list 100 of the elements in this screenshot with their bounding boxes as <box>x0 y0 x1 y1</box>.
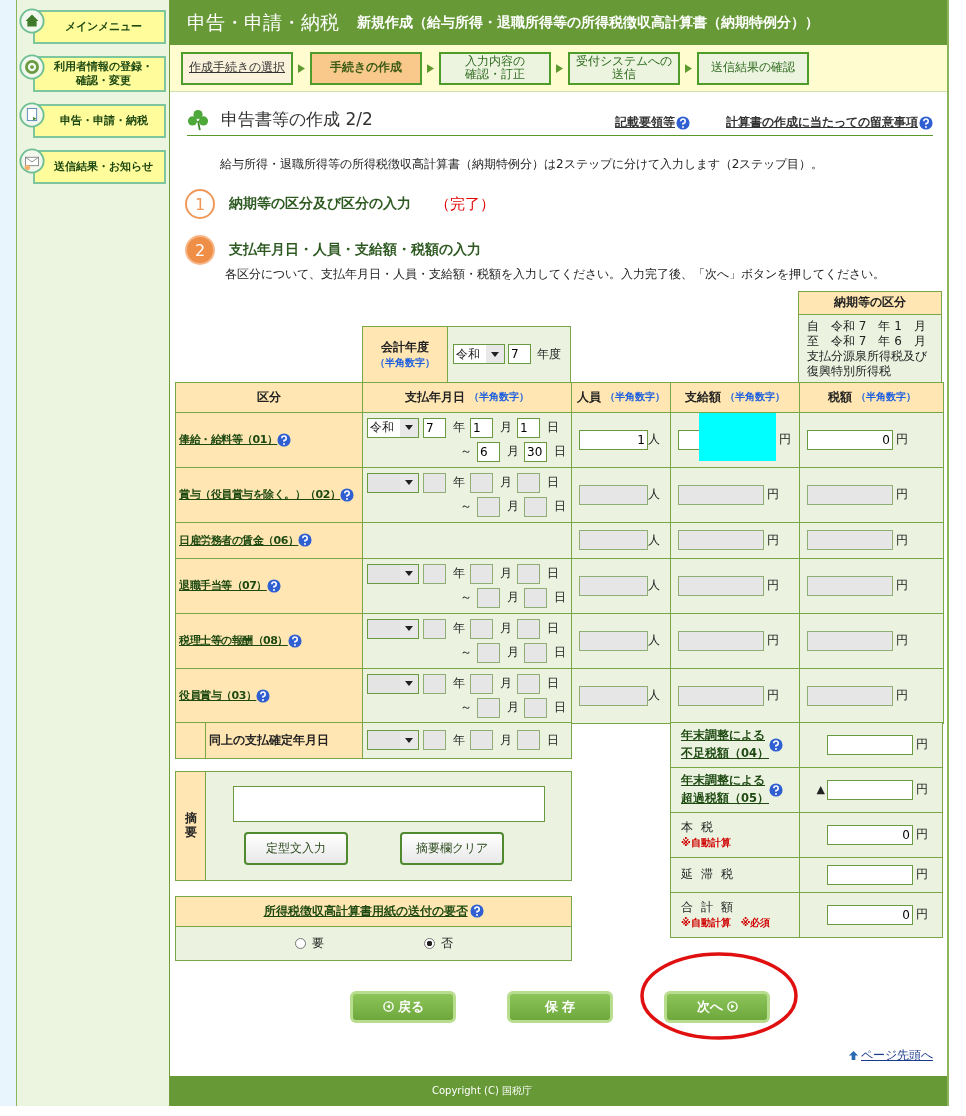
note-text: ※自動計算 <box>681 836 731 851</box>
unit-label: 月 <box>507 498 519 516</box>
unit-label: 月 <box>507 644 519 662</box>
unit-label: 月 <box>500 474 512 492</box>
unit-label: 円 <box>767 486 779 504</box>
guide-link[interactable]: 記載要領等 <box>615 114 675 131</box>
unit-label: 年度 <box>537 345 561 363</box>
page-title: 申告・申請・納税 <box>187 9 339 35</box>
remarks-button[interactable]: 摘要欄クリア <box>399 831 504 865</box>
intro-text: 給与所得・退職所得等の所得税徴収高計算書（納期特例分）は2ステップに分けて入力します（2ステップ目）。 <box>220 156 825 173</box>
hint-text: （半角数字） <box>375 355 435 370</box>
unit-label: 日 <box>547 675 559 693</box>
unit-label: 日 <box>554 699 566 717</box>
unit-label: 日 <box>554 443 566 461</box>
unit-label: 円 <box>767 687 779 705</box>
unit-label: 円 <box>916 906 928 924</box>
row-label: 合 計 額 <box>681 899 736 917</box>
step-title: 支払年月日・人員・支給額・税額の入力 <box>229 241 481 259</box>
period-text: 支払分源泉所得税及び復興特別所得税 <box>807 348 928 379</box>
unit-label: 年 <box>453 565 465 583</box>
unit-label: 円 <box>767 632 779 650</box>
unit-label: 月 <box>500 419 512 437</box>
unit-label: 日 <box>547 419 559 437</box>
range-mark: ～ <box>460 644 472 662</box>
row-label: 延 滞 税 <box>681 866 735 884</box>
unit-label: 年 <box>453 474 465 492</box>
unit-label: 年 <box>453 419 465 437</box>
sidebar-menu-button[interactable]: 送信結果・お知らせ <box>33 149 166 184</box>
unit-label: 人 <box>648 632 660 650</box>
period-text: 至 令和 7 年 6 月 <box>807 333 927 349</box>
date-field[interactable]: 1 <box>517 417 540 438</box>
remarks-label: 摘要 <box>184 812 197 839</box>
unit-label: 円 <box>916 866 928 884</box>
era-select[interactable]: 令和 <box>367 417 419 438</box>
unit-label: 人 <box>648 531 660 549</box>
unit-label: 円 <box>916 781 928 799</box>
page-subtitle: 新規作成（給与所得・退職所得等の所得税徴収高計算書（納期特例分）） <box>357 13 819 32</box>
unit-label: 日 <box>547 565 559 583</box>
tax-field[interactable]: 0 <box>827 904 913 925</box>
period-text: 自 令和 7 年 1 月 <box>807 318 927 334</box>
send-form-link[interactable]: 所得税徴収高計算書用紙の送付の要否 <box>263 903 468 919</box>
unit-label: 人 <box>648 577 660 595</box>
column-title: 人員 <box>577 388 601 406</box>
unit-label: 月 <box>500 565 512 583</box>
row-label: 本 税 <box>681 819 716 837</box>
column-title: 税額 <box>827 388 852 406</box>
section-title: 申告書等の作成 2/2 <box>221 108 373 131</box>
sidebar-menu-button[interactable]: 申告・申請・納税 <box>33 103 166 138</box>
column-title: 支払年月日 <box>405 388 465 406</box>
year-field[interactable]: 7 <box>508 344 531 365</box>
tax-field[interactable]: 0 <box>827 824 913 845</box>
unit-label: 年 <box>453 675 465 693</box>
step-description: 各区分について、支払年月日・人員・支給額・税額を入力してください。入力完了後、「次へ」ボタンを押してください。 <box>225 267 886 283</box>
guide-link[interactable]: 計算書の作成に当たっての留意事項 <box>726 114 918 131</box>
unit-label: 円 <box>896 531 908 549</box>
hint-text: （半角数字） <box>605 390 665 405</box>
era-select[interactable]: 令和 <box>453 344 505 365</box>
unit-label: 月 <box>500 620 512 638</box>
step-status: （完了） <box>435 194 495 214</box>
range-mark: ～ <box>460 699 472 717</box>
sidebar-menu-button[interactable]: メインメニュー <box>33 10 166 44</box>
step-number: 1 <box>185 189 215 219</box>
unit-label: 日 <box>547 474 559 492</box>
range-mark: ～ <box>460 443 472 461</box>
page-top-link[interactable]: ページ先頭へ <box>861 1046 933 1064</box>
range-mark: ～ <box>460 498 472 516</box>
unit-label: 円 <box>916 736 928 754</box>
persons-field[interactable]: 1 <box>579 429 648 450</box>
confirm-date-label: 同上の支払確定年月日 <box>209 731 329 749</box>
fiscal-year-label: 会計年度 <box>381 338 429 356</box>
unit-label: 月 <box>500 675 512 693</box>
date-field[interactable]: 7 <box>423 417 446 438</box>
unit-label: 円 <box>779 431 791 449</box>
unit-label: 日 <box>547 731 559 749</box>
step-number: 2 <box>185 235 215 265</box>
hint-text: （半角数字） <box>725 390 785 405</box>
unit-label: 円 <box>767 531 779 549</box>
unit-label: 円 <box>916 826 928 844</box>
unit-label: 月 <box>500 731 512 749</box>
unit-label: 月 <box>507 589 519 607</box>
unit-label: 円 <box>896 577 908 595</box>
hint-text: （半角数字） <box>469 390 529 405</box>
unit-label: 日 <box>554 498 566 516</box>
date-field[interactable]: 6 <box>477 441 500 462</box>
note-text: ※自動計算 ※必須 <box>681 916 771 931</box>
unit-label: 年 <box>453 620 465 638</box>
date-field[interactable]: 1 <box>470 417 493 438</box>
sidebar-menu-button[interactable]: 利用者情報の登録・ 確認・変更 <box>33 56 166 92</box>
period-header: 納期等の区分 <box>798 290 942 315</box>
date-field[interactable]: 30 <box>524 441 547 462</box>
remarks-button[interactable]: 定型文入力 <box>243 831 348 865</box>
tax-field[interactable]: 0 <box>807 429 893 450</box>
unit-label: 日 <box>547 620 559 638</box>
unit-label: 円 <box>896 431 908 449</box>
radio-label: 否 <box>440 934 453 952</box>
unit-label: 円 <box>896 687 908 705</box>
minus-mark: ▲ <box>816 783 825 797</box>
category-link[interactable]: 俸給・給料等（01） <box>179 432 278 448</box>
unit-label: 人 <box>648 687 660 705</box>
radio-label: 要 <box>311 934 324 952</box>
